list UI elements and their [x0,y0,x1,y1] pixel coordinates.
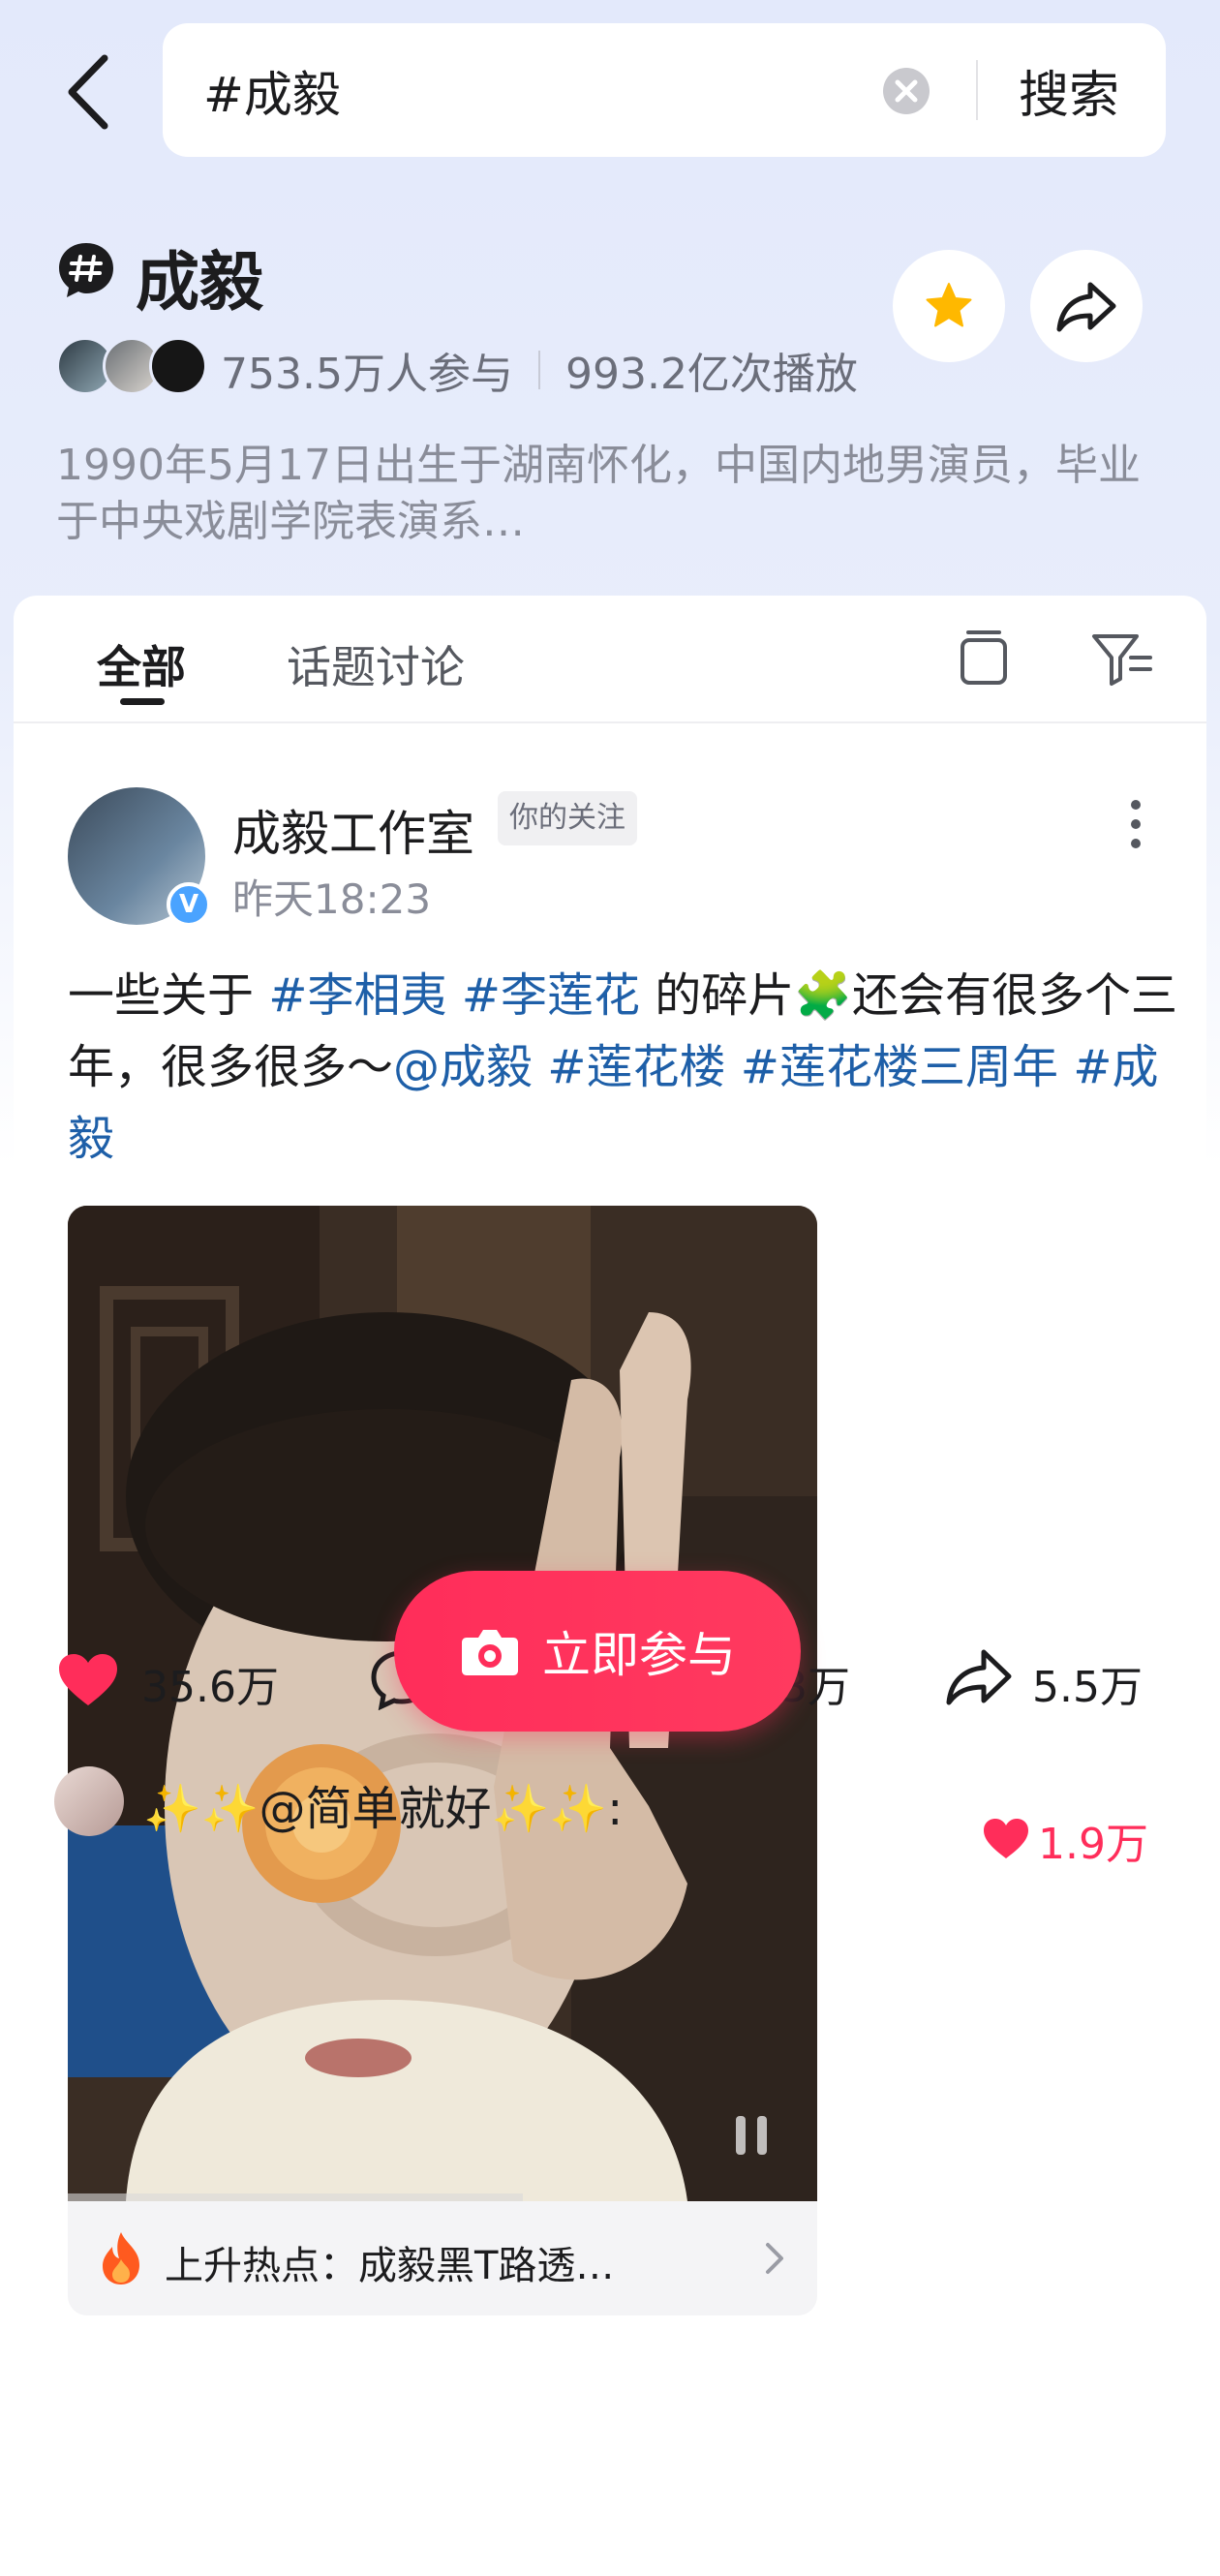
back-arrow-icon [68,54,108,130]
topic-stats: 753.5万人参与 993.2亿次播放 [221,339,858,401]
hashtag-link[interactable]: #莲花楼三周年 [741,1040,1058,1094]
share-icon[interactable] [945,1646,1013,1708]
verified-badge-icon: V [167,882,211,927]
share-button[interactable] [1030,250,1143,362]
participant-avatars [56,337,209,395]
topic-description[interactable]: 1990年5月17日出生于湖南怀化，中国内地男演员，毕业于中央戏剧学院表演系… [56,438,1150,550]
hashtag-link[interactable]: #李莲花 [462,968,640,1023]
plays-count: 993.2亿次播放 [564,350,858,399]
hashtag-link[interactable]: #莲花楼 [547,1040,725,1094]
post-text-segment: 一些关于 [68,968,269,1023]
hot-topic-text: 上升热点：成毅黑T路透… [165,2244,615,2288]
heart-icon[interactable] [56,1651,120,1709]
layout-toggle-icon[interactable] [955,627,1013,689]
back-button[interactable] [56,48,124,136]
post-text: 一些关于 #李相夷 #李莲花 的碎片🧩还会有很多个三年，很多很多～@成毅 #莲花… [68,960,1181,1175]
tabs-bar: 全部 话题讨论 [14,596,1206,723]
tab-all[interactable]: 全部 [97,632,186,696]
author-name[interactable]: 成毅工作室 [232,795,474,865]
camera-icon [462,1630,518,1675]
share-icon [1056,282,1116,332]
follow-tag: 你的关注 [498,791,637,845]
hashtag-link[interactable]: #李相夷 [268,968,446,1023]
search-button[interactable]: 搜索 [1019,54,1119,127]
share-count: 5.5万 [1032,1663,1143,1712]
join-button-label: 立即参与 [542,1627,736,1683]
like-count: 35.6万 [141,1663,279,1712]
participants-count: 753.5万人参与 [221,350,513,399]
star-icon [926,283,972,327]
search-box[interactable]: #成毅 搜索 [163,23,1166,157]
hot-topic-bar[interactable]: 上升热点：成毅黑T路透… [68,2201,817,2315]
mention-link[interactable]: @成毅 [393,1040,533,1094]
search-divider [976,60,978,120]
topic-title: 成毅 [136,245,263,320]
more-options-icon[interactable] [1123,797,1148,851]
fire-icon [103,2232,139,2285]
join-button[interactable]: 立即参与 [394,1571,801,1732]
comment-preview-text[interactable]: ✨✨@简单就好✨✨: [143,1770,623,1838]
hashtag-icon [59,243,113,297]
commenter-avatar[interactable] [54,1766,124,1836]
stats-divider [537,351,540,389]
comment-like-count: 1.9万 [1038,1820,1148,1869]
tab-active-indicator [120,698,165,705]
search-input[interactable]: #成毅 [203,56,341,126]
filter-icon[interactable] [1090,630,1154,689]
chevron-right-icon [766,2243,783,2274]
avatar [149,337,207,395]
clear-icon[interactable] [881,66,931,116]
favorite-button[interactable] [893,250,1005,362]
post-time: 昨天18:23 [232,875,432,923]
comment-heart-icon[interactable] [982,1817,1030,1861]
tab-discussion[interactable]: 话题讨论 [287,632,465,696]
